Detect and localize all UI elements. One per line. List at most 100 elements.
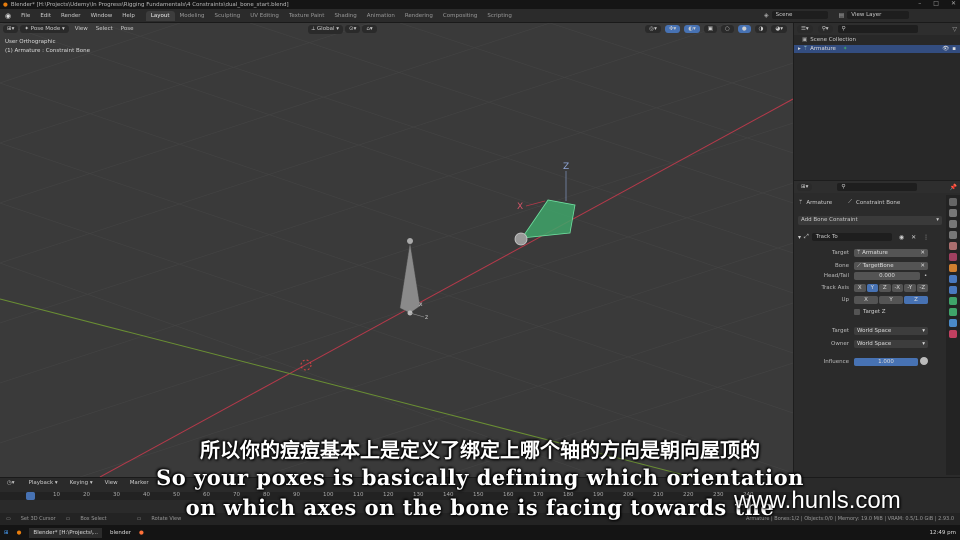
camera-icon[interactable]: ▪ <box>952 46 956 52</box>
headtail-field[interactable]: 0.000 <box>854 272 920 280</box>
tab-animation[interactable]: Animation <box>362 11 400 21</box>
menu-render[interactable]: Render <box>56 13 86 19</box>
modifiers-tab-icon[interactable] <box>949 275 957 283</box>
scene-field[interactable]: Scene <box>771 11 828 19</box>
eye-icon[interactable]: ◉ <box>899 234 904 241</box>
taskbar-item-blender[interactable]: Blender* [H:\Projects\... <box>29 527 102 538</box>
constraint-bone[interactable] <box>399 242 421 314</box>
output-tab-icon[interactable] <box>949 220 957 228</box>
collapse-arrow-icon[interactable]: ▾ <box>798 234 801 241</box>
track-axis-x[interactable]: X <box>854 284 866 292</box>
solid-shading-icon[interactable]: ● <box>737 25 751 33</box>
outliner-search-input[interactable]: ⚲ <box>837 25 918 33</box>
track-axis-neg-z[interactable]: -Z <box>916 284 928 292</box>
tab-compositing[interactable]: Compositing <box>438 11 482 21</box>
tab-shading[interactable]: Shading <box>329 11 361 21</box>
tab-sculpting[interactable]: Sculpting <box>210 11 246 21</box>
outliner-display-icon[interactable]: ⚲▾ <box>817 25 833 33</box>
world-tab-icon[interactable] <box>949 253 957 261</box>
firefox-icon[interactable]: ● <box>139 530 144 536</box>
add-bone-constraint-button[interactable]: Add Bone Constraint ▾ <box>798 216 942 225</box>
outliner-scene-collection[interactable]: ▣ Scene Collection <box>794 35 960 45</box>
blender-menu-icon[interactable]: ◉ <box>0 12 16 20</box>
tab-layout[interactable]: Layout <box>145 10 175 21</box>
orientation-selector[interactable]: ⟂ Global ▾ <box>307 24 343 34</box>
influence-slider[interactable]: 1.000 <box>854 358 918 366</box>
maximize-icon[interactable]: □ <box>933 0 939 7</box>
material-shading-icon[interactable]: ◑ <box>754 25 768 33</box>
drag-handle-icon[interactable]: ⋮ <box>923 234 929 241</box>
track-axis-neg-y[interactable]: -Y <box>904 284 916 292</box>
checkbox-icon[interactable] <box>854 309 860 315</box>
bone-tab-icon[interactable] <box>949 308 957 316</box>
wireframe-shading-icon[interactable]: ○ <box>721 25 734 33</box>
scene-tab-icon[interactable] <box>949 242 957 250</box>
minimize-icon[interactable]: – <box>918 0 921 7</box>
start-icon[interactable]: ⊞ <box>4 530 9 536</box>
disable-keep-temp-icon[interactable] <box>920 357 928 365</box>
space-owner-field[interactable]: World Space ▾ <box>854 340 928 348</box>
properties-search-input[interactable]: ⚲ <box>837 183 918 191</box>
tab-rendering[interactable]: Rendering <box>400 11 438 21</box>
track-axis-z[interactable]: Z <box>879 284 891 292</box>
pivot-icon[interactable]: ⊙▾ <box>344 25 361 33</box>
view-layer-field[interactable]: View Layer <box>847 11 910 19</box>
menu-edit[interactable]: Edit <box>35 13 56 19</box>
menu-file[interactable]: File <box>16 13 35 19</box>
bone-field[interactable]: ⟋ TargetBone ✕ <box>854 262 928 270</box>
track-axis-y[interactable]: Y <box>866 284 878 292</box>
target-bone-head[interactable] <box>514 232 528 246</box>
blender-taskbar-icon[interactable]: ● <box>17 530 22 536</box>
mode-selector[interactable]: ✦ Pose Mode ▾ <box>20 25 69 33</box>
overlay-icon[interactable]: ◐▾ <box>684 25 700 33</box>
view-layer-tab-icon[interactable] <box>949 231 957 239</box>
up-axis-y[interactable]: Y <box>879 296 903 304</box>
viewport-menu-select[interactable]: Select <box>92 26 117 32</box>
3d-viewport[interactable]: x z Z X ⊞▾ ✦ Pose Mode ▾ View Select Pos… <box>0 23 793 477</box>
render-tab-icon[interactable] <box>949 209 957 217</box>
target-field[interactable]: ᛘ Armature ✕ <box>854 249 928 257</box>
xray-icon[interactable]: ▣ <box>703 25 717 33</box>
outliner-item-armature[interactable]: ▸ ᛘ Armature ✦ 👁 ▪ <box>794 45 960 53</box>
armature-data-tab-icon[interactable] <box>949 297 957 305</box>
gizmo-icon[interactable]: ✜▾ <box>664 25 681 33</box>
outliner-editor-icon[interactable]: ☰▾ <box>797 25 813 33</box>
keyframe-dot-icon[interactable]: • <box>924 273 927 279</box>
viewport-menu-view[interactable]: View <box>71 26 92 32</box>
constraint-name-field[interactable]: Track To <box>811 233 892 241</box>
bone-head[interactable] <box>407 238 413 244</box>
menu-window[interactable]: Window <box>86 13 118 19</box>
visibility-icon[interactable]: ◎▾ <box>645 25 661 33</box>
rendered-shading-icon[interactable]: ◕▾ <box>771 25 787 33</box>
viewport-canvas[interactable]: x z Z X <box>0 23 793 477</box>
target-z-toggle[interactable]: Target Z <box>854 309 886 315</box>
tab-scripting[interactable]: Scripting <box>482 11 516 21</box>
bone-constraint-tab-icon[interactable] <box>949 319 957 327</box>
menu-help[interactable]: Help <box>117 13 140 19</box>
pin-icon[interactable]: 📌 <box>950 184 957 191</box>
tab-uv-editing[interactable]: UV Editing <box>245 11 284 21</box>
eye-icon[interactable]: 👁 <box>942 46 949 52</box>
snap-icon[interactable]: ⌂▾ <box>362 25 377 33</box>
viewport-menu-pose[interactable]: Pose <box>117 26 138 32</box>
track-axis-neg-x[interactable]: -X <box>891 284 903 292</box>
tab-modeling[interactable]: Modeling <box>175 11 210 21</box>
physics-tab-icon[interactable] <box>949 286 957 294</box>
expand-arrow-icon[interactable]: ▸ <box>798 46 801 52</box>
delete-constraint-icon[interactable]: ✕ <box>911 234 916 241</box>
clear-icon[interactable]: ✕ <box>920 262 925 270</box>
editor-type-icon[interactable]: ⊞▾ <box>3 25 19 33</box>
target-bone[interactable] <box>521 199 576 239</box>
space-target-field[interactable]: World Space ▾ <box>854 327 928 335</box>
object-tab-icon[interactable] <box>949 264 957 272</box>
up-axis-z[interactable]: Z <box>904 296 928 304</box>
tab-texture-paint[interactable]: Texture Paint <box>284 11 330 21</box>
close-icon[interactable]: ✕ <box>951 0 956 7</box>
texture-tab-icon[interactable] <box>949 330 957 338</box>
filter-icon[interactable]: ▽ <box>952 26 957 33</box>
up-axis-x[interactable]: X <box>854 296 878 304</box>
clear-icon[interactable]: ✕ <box>920 249 925 257</box>
taskbar-item-blender-console[interactable]: blender <box>110 530 131 536</box>
tool-tab-icon[interactable] <box>949 198 957 206</box>
properties-editor-icon[interactable]: ⊞▾ <box>797 183 813 191</box>
